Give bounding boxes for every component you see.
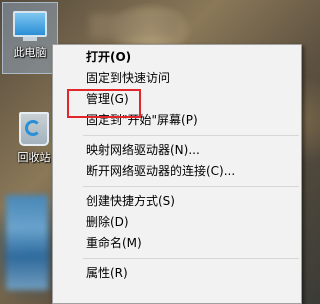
computer-icon xyxy=(3,11,57,41)
menu-item-create-shortcut[interactable]: 创建快捷方式(S) xyxy=(53,191,301,212)
menu-separator xyxy=(83,135,299,136)
this-pc-label: 此电脑 xyxy=(13,46,47,59)
menu-separator xyxy=(83,186,299,187)
menu-item-disconnect-network-drive[interactable]: 断开网络驱动器的连接(C)... xyxy=(53,161,301,182)
menu-item-open[interactable]: 打开(O) xyxy=(53,47,301,68)
menu-item-rename[interactable]: 重命名(M) xyxy=(53,233,301,254)
blurred-desktop-area xyxy=(90,14,180,38)
menu-item-manage[interactable]: 管理(G) xyxy=(53,89,301,110)
blurred-desktop-icons xyxy=(6,195,48,290)
context-menu: 打开(O) 固定到快速访问 管理(G) 固定到"开始"屏幕(P) 映射网络驱动器… xyxy=(52,44,302,304)
menu-item-pin-quick-access[interactable]: 固定到快速访问 xyxy=(53,68,301,89)
recycle-bin-icon xyxy=(19,112,49,146)
menu-item-pin-start[interactable]: 固定到"开始"屏幕(P) xyxy=(53,110,301,131)
menu-item-delete[interactable]: 删除(D) xyxy=(53,212,301,233)
this-pc-desktop-icon[interactable]: 此电脑 xyxy=(2,2,58,74)
menu-item-map-network-drive[interactable]: 映射网络驱动器(N)... xyxy=(53,140,301,161)
menu-item-properties[interactable]: 属性(R) xyxy=(53,263,301,284)
menu-separator xyxy=(83,258,299,259)
